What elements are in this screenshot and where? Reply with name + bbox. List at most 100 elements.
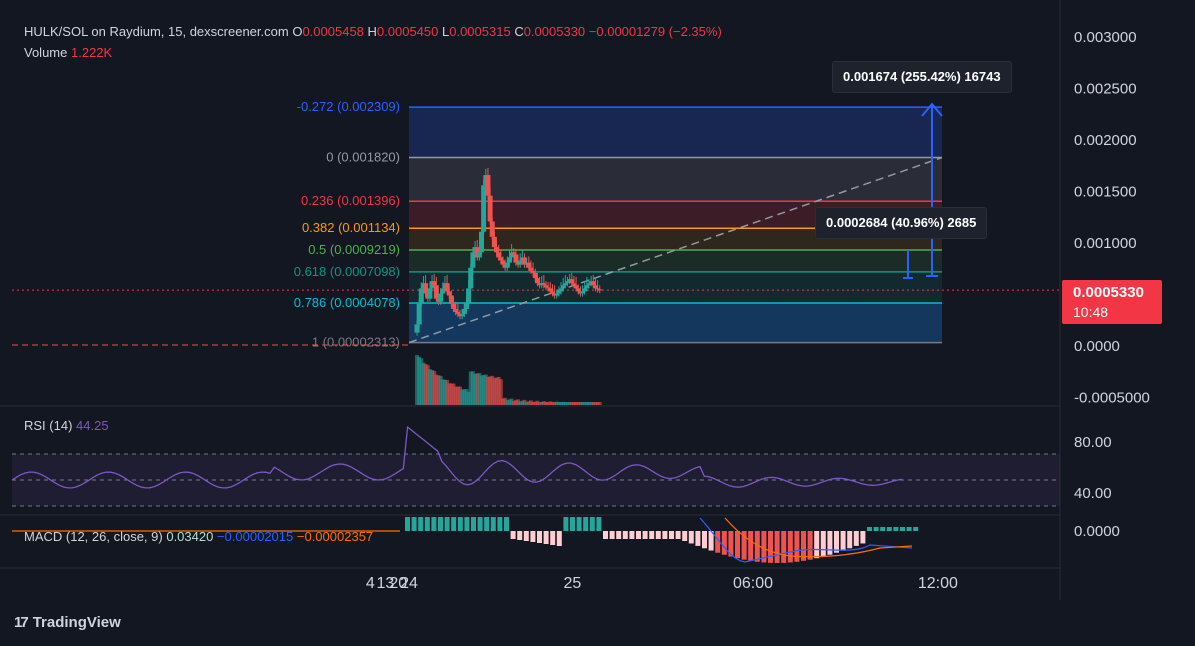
macd-histogram-bar (814, 531, 820, 559)
macd-histogram-bar (490, 517, 496, 531)
volume-label: Volume (24, 45, 68, 60)
macd-histogram-bar (444, 517, 450, 531)
macd-histogram-bar (886, 527, 892, 531)
macd-histogram-bar (583, 517, 589, 531)
macd-histogram-bar (616, 531, 622, 539)
macd-histogram-bar (840, 531, 846, 551)
macd-histogram-bar (576, 517, 582, 531)
tradingview-brand[interactable]: 17 TradingView (14, 614, 121, 631)
macd-hist-value: 0.03420 (166, 529, 214, 544)
macd-histogram-bar (424, 517, 430, 531)
macd-signal-value: −0.00002357 (296, 529, 374, 544)
macd-histogram-bar (603, 531, 608, 539)
macd-histogram-bar (596, 517, 602, 531)
macd-histogram-bar (702, 531, 707, 549)
macd-histogram-bar (827, 531, 833, 555)
fib-zone (409, 250, 942, 272)
fib-level-label: 1 (0.00002313) (312, 335, 400, 350)
macd-label: MACD (12, 26, close, 9) (24, 529, 163, 544)
macd-histogram-bar (807, 531, 813, 560)
price-chart[interactable]: 0.003000 0.002500 0.002000 0.001500 0.001000… (0, 0, 1195, 646)
last-price-value: 0.0005330 (1073, 284, 1144, 301)
fib-zone-bottom (409, 302, 942, 343)
close-label: C (514, 24, 524, 39)
low-value: 0.0005315 (449, 24, 511, 39)
macd-histogram-bar (880, 527, 886, 531)
measure-label-big: 0.001674 (255.42%) 16743 (832, 61, 1012, 93)
symbol-title: HULK/SOL on Raydium, 15, dexscreener.com (24, 24, 289, 39)
macd-histogram-bar (781, 531, 787, 563)
macd-histogram-bar (867, 527, 872, 531)
fib-level-label: 0.618 (0.0007098) (294, 264, 400, 279)
macd-histogram-bar (629, 531, 635, 539)
macd-histogram-bar (794, 531, 800, 562)
fib-level-label: 0.5 (0.0009219) (308, 242, 400, 257)
macd-histogram-bar (550, 531, 556, 545)
fib-level-label: 0.236 (0.001396) (301, 193, 400, 208)
macd-histogram-bar (418, 517, 424, 531)
macd-histogram-bar (543, 531, 549, 544)
macd-histogram-bar (622, 531, 628, 539)
macd-header: MACD (12, 26, close, 9) 0.03420 −0.00002… (24, 529, 373, 544)
macd-histogram-bar (735, 531, 740, 559)
macd-histogram-bar (517, 531, 523, 540)
macd-histogram-bar (649, 531, 655, 539)
rsi-header: RSI (14) 44.25 (24, 418, 109, 433)
fib-zone (409, 107, 942, 158)
macd-histogram-bar (893, 527, 899, 531)
candle-body (481, 185, 487, 232)
rsi-label: RSI (14) (24, 418, 73, 433)
last-price-tag: 0.0005330 10:48 (1062, 280, 1162, 324)
macd-histogram-bar (787, 531, 793, 563)
time-tick-label: 12:00 (918, 575, 958, 592)
rsi-tick-label: 40.00 (1074, 485, 1112, 502)
volume-header: Volume 1.222K (24, 45, 112, 60)
change-value: −0.00001279 (−2.35%) (588, 24, 722, 39)
open-label: O (292, 24, 303, 39)
time-tick-label: 24 (400, 575, 418, 592)
macd-histogram-bar (457, 517, 463, 531)
macd-histogram-bar (537, 531, 542, 543)
macd-histogram-bar (695, 531, 701, 546)
time-tick-label: 06:00 (733, 575, 773, 592)
macd-histogram-bar (570, 517, 575, 531)
macd-histogram-bar (913, 527, 919, 531)
macd-histogram-bar (477, 517, 483, 531)
macd-histogram-bar (405, 517, 410, 531)
macd-histogram-bar (431, 517, 437, 531)
time-tick-label: 4 (366, 575, 375, 592)
macd-histogram-bar (563, 517, 569, 531)
high-value: 0.0005450 (376, 24, 439, 39)
rsi-tick-label: 80.00 (1074, 434, 1112, 451)
macd-histogram-bar (873, 527, 879, 531)
macd-histogram-bar (497, 517, 503, 531)
volume-value: 1.222K (71, 45, 113, 60)
bar-countdown: 10:48 (1073, 304, 1109, 320)
macd-histogram-bar (471, 517, 476, 531)
macd-histogram-bar (438, 517, 443, 531)
price-tick-label: 0.0000 (1074, 338, 1120, 355)
macd-histogram-bar (669, 531, 674, 539)
close-value: 0.0005330 (523, 24, 586, 39)
macd-histogram-bar (688, 531, 694, 544)
measure-label-small: 0.0002684 (40.96%) 2685 (815, 207, 988, 239)
price-tick-label: 0.002000 (1074, 132, 1137, 149)
fib-level-label: 0 (0.001820) (326, 150, 400, 165)
macd-histogram-bar (662, 531, 668, 539)
macd-histogram-bar (609, 531, 615, 539)
macd-histogram-bar (682, 531, 688, 541)
price-tick-label: 0.001500 (1074, 184, 1137, 201)
macd-histogram-bar (768, 531, 773, 563)
fib-zone (409, 271, 942, 303)
macd-histogram-bar (860, 531, 866, 544)
fib-level-label: -0.272 (0.002309) (297, 99, 400, 114)
open-value: 0.0005458 (302, 24, 364, 39)
high-label: H (367, 24, 377, 39)
ohlc-header: HULK/SOL on Raydium, 15, dexscreener.com… (24, 24, 722, 39)
macd-histogram-bar (510, 531, 516, 539)
macd-histogram-bar (900, 527, 905, 531)
time-tick-label: 25 (564, 575, 582, 592)
volume-bar (597, 402, 602, 405)
price-tick-label: -0.0005000 (1074, 390, 1150, 407)
macd-histogram-bar (675, 531, 681, 539)
